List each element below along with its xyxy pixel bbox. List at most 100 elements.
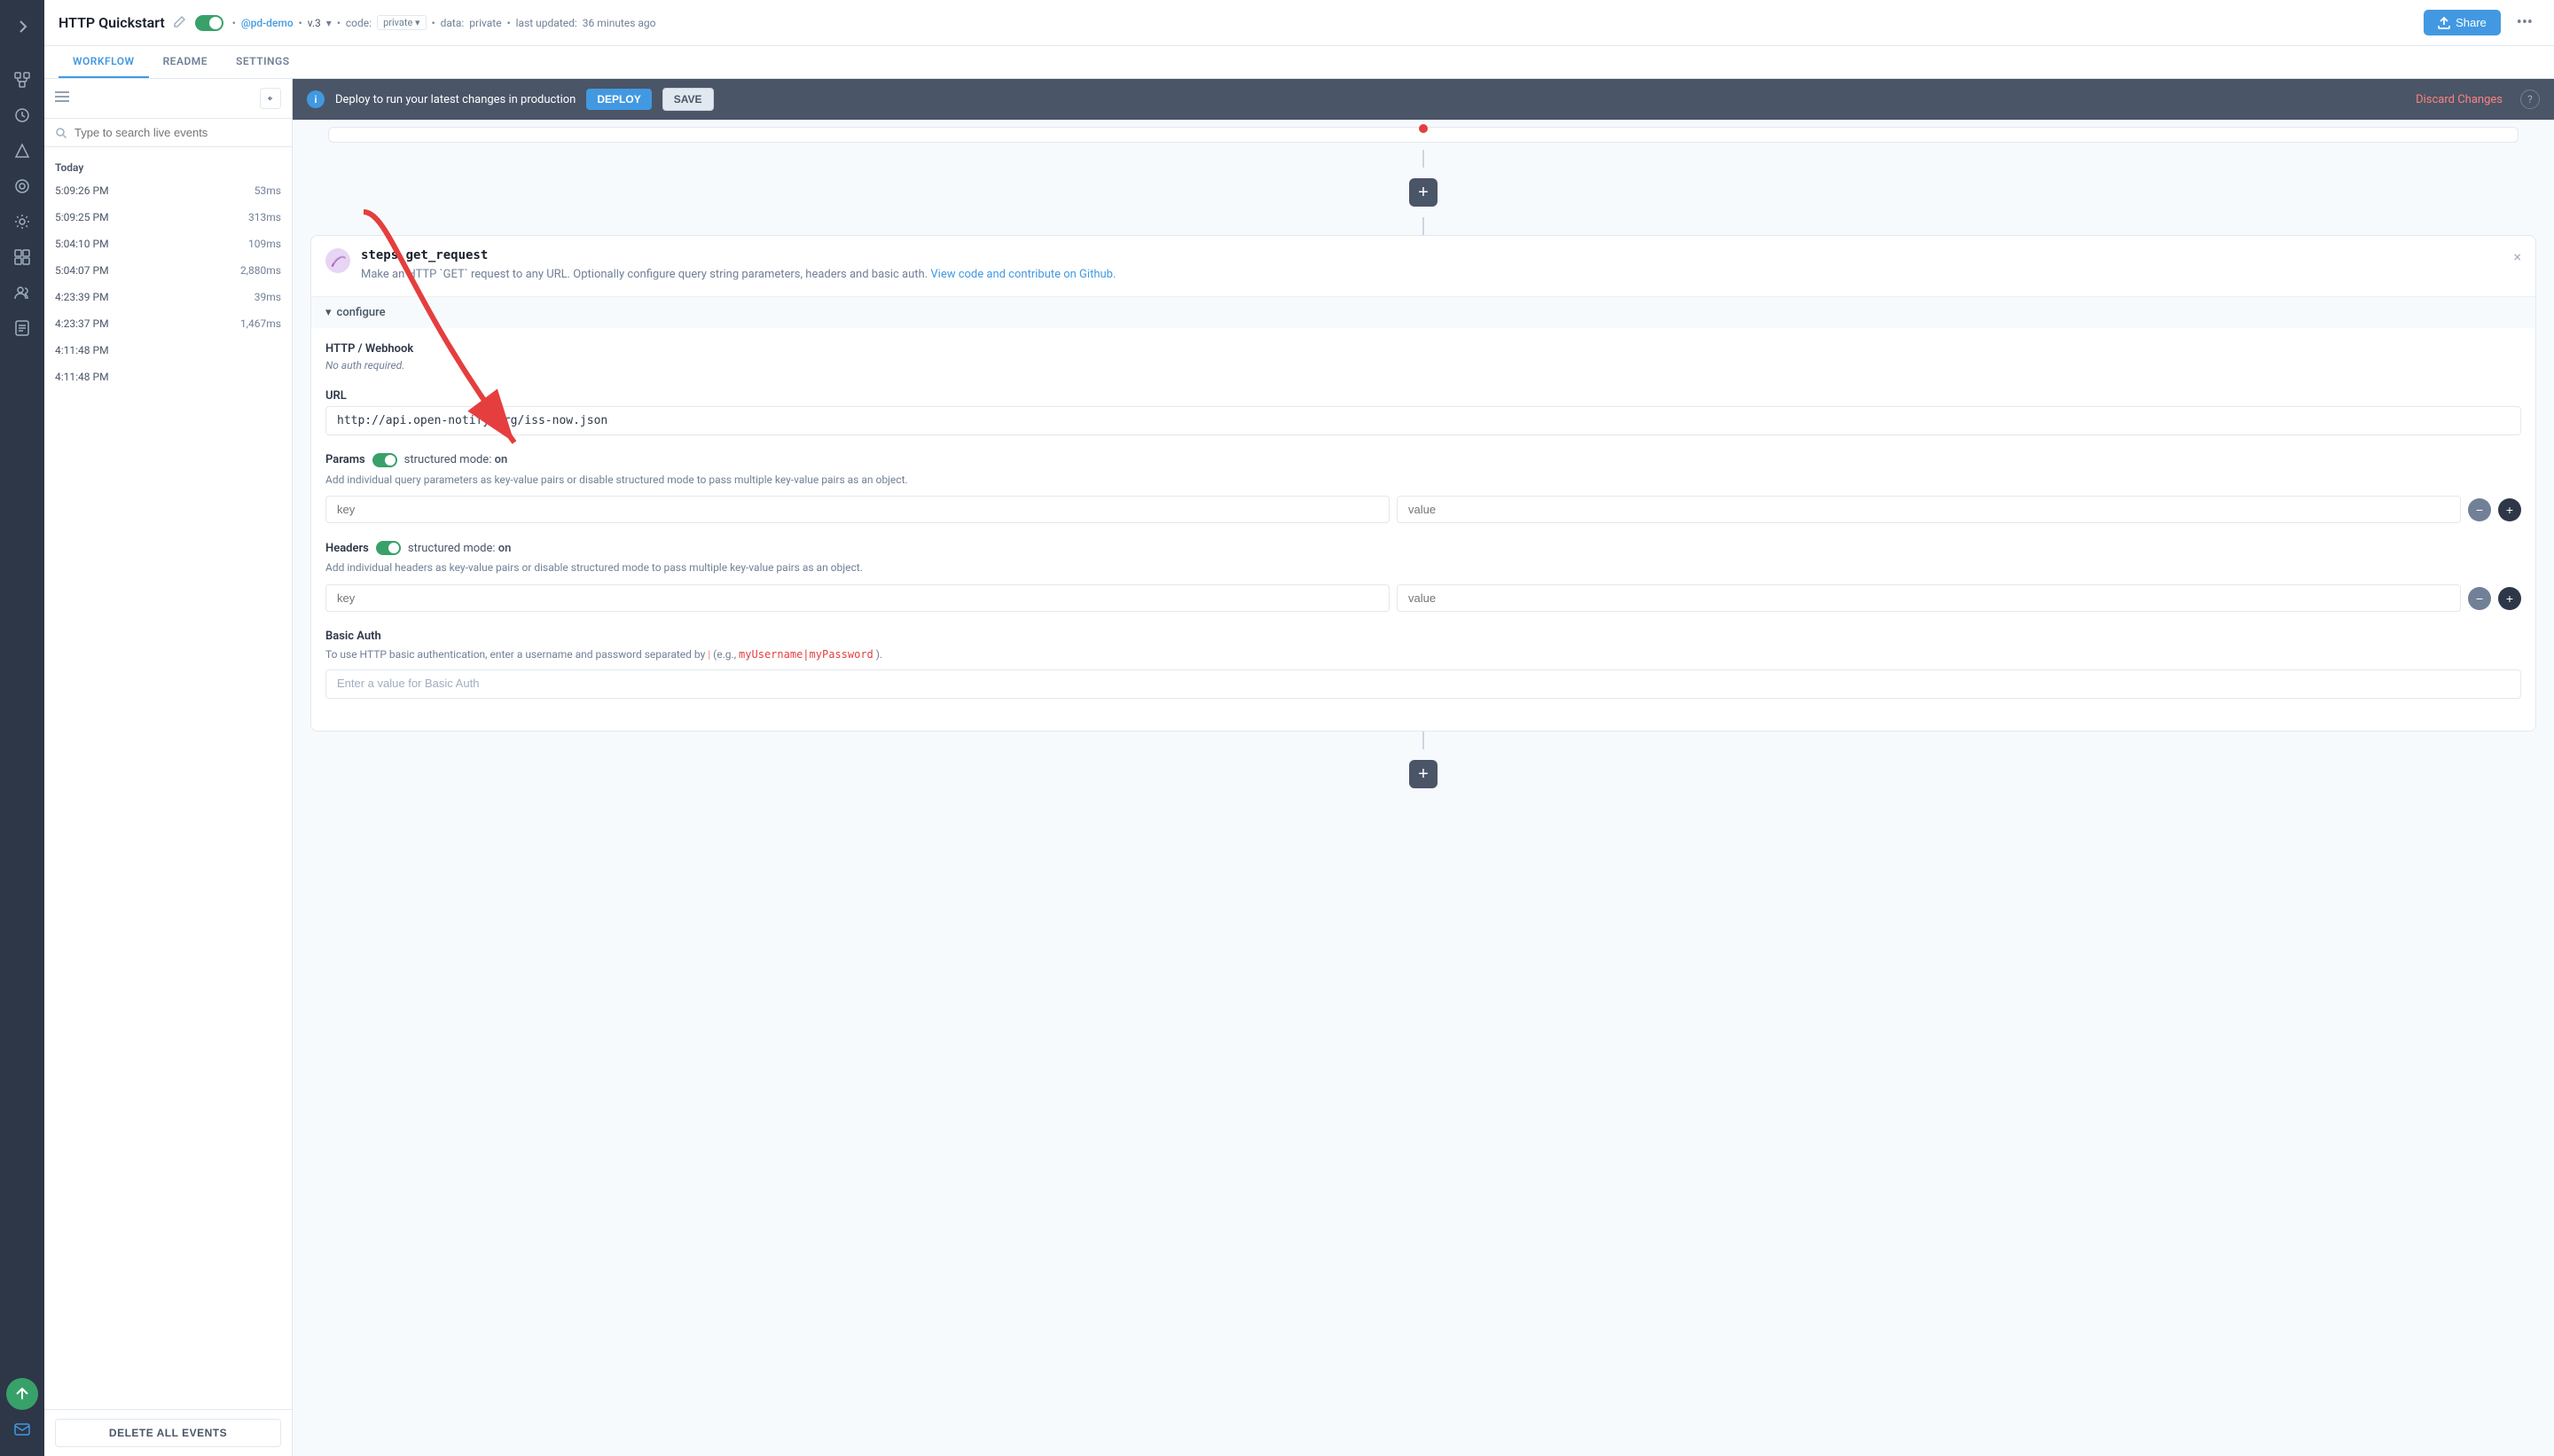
headers-mode-row: Headers structured mode: on xyxy=(325,541,2521,555)
events-panel-footer: DELETE ALL EVENTS xyxy=(44,1409,292,1456)
list-item[interactable]: 5:04:10 PM 109ms xyxy=(44,231,292,257)
headers-remove-button[interactable]: − xyxy=(2468,587,2491,610)
connector-line-2 xyxy=(1422,217,1424,235)
url-input[interactable] xyxy=(325,406,2521,435)
headers-mode-text: structured mode: on xyxy=(408,542,512,555)
sidebar-expand-btn[interactable] xyxy=(6,11,38,43)
user-label: @pd-demo xyxy=(241,17,294,29)
headers-label: Headers xyxy=(325,542,369,555)
url-group: URL xyxy=(325,389,2521,435)
headers-toggle[interactable] xyxy=(376,541,401,555)
collapse-panel-button[interactable] xyxy=(260,88,281,109)
http-webhook-sublabel: No auth required. xyxy=(325,359,2521,372)
add-step-bottom-button[interactable]: + xyxy=(1409,760,1438,788)
connector-line-3 xyxy=(1422,732,1424,749)
step-description: Make an HTTP `GET` request to any URL. O… xyxy=(361,266,2503,284)
basic-auth-description: To use HTTP basic authentication, enter … xyxy=(325,646,2521,662)
deploy-banner: i Deploy to run your latest changes in p… xyxy=(293,79,2554,120)
menu-icon xyxy=(55,91,69,106)
last-updated-label: 36 minutes ago xyxy=(583,17,656,29)
workflow-toggle[interactable] xyxy=(195,15,223,31)
connector-line xyxy=(1422,150,1424,168)
params-toggle[interactable] xyxy=(372,453,397,467)
edit-title-icon[interactable] xyxy=(174,15,186,31)
version-label: v.3 xyxy=(308,17,321,29)
step-card: steps.get_request Make an HTTP `GET` req… xyxy=(310,235,2536,732)
params-group: Params structured mode: on Add individua… xyxy=(325,453,2521,524)
params-value-input[interactable] xyxy=(1397,496,2461,523)
sidebar-item-deploy[interactable] xyxy=(6,99,38,131)
share-button[interactable]: Share xyxy=(2424,10,2501,35)
http-webhook-group: HTTP / Webhook No auth required. xyxy=(325,342,2521,372)
github-link[interactable]: View code and contribute on Github. xyxy=(930,268,1116,281)
list-item[interactable]: 4:23:39 PM 39ms xyxy=(44,284,292,310)
headers-description: Add individual headers as key-value pair… xyxy=(325,560,2521,575)
search-container xyxy=(44,119,292,147)
list-item[interactable]: 5:09:26 PM 53ms xyxy=(44,177,292,204)
list-item[interactable]: 4:23:37 PM 1,467ms xyxy=(44,310,292,337)
delete-all-events-button[interactable]: DELETE ALL EVENTS xyxy=(55,1419,281,1447)
headers-group: Headers structured mode: on Add individu… xyxy=(325,541,2521,612)
headers-value-input[interactable] xyxy=(1397,584,2461,612)
tab-readme[interactable]: README xyxy=(149,46,222,78)
http-webhook-label: HTTP / Webhook xyxy=(325,342,2521,356)
close-step-icon[interactable]: × xyxy=(2513,248,2521,265)
events-section-label: Today xyxy=(44,154,292,177)
more-options-button[interactable]: ••• xyxy=(2510,10,2540,35)
tab-workflow[interactable]: WORKFLOW xyxy=(59,46,149,78)
code-visibility-badge[interactable]: private ▾ xyxy=(377,15,427,30)
basic-auth-example: myUsername|myPassword xyxy=(739,648,874,661)
deploy-button[interactable]: DEPLOY xyxy=(586,89,651,110)
url-label: URL xyxy=(325,389,2521,403)
events-list: Today 5:09:26 PM 53ms 5:09:25 PM 313ms 5… xyxy=(44,147,292,1409)
trigger-bar[interactable] xyxy=(328,127,2519,143)
headers-key-input[interactable] xyxy=(325,584,1390,612)
trigger-container xyxy=(293,120,2554,150)
help-icon[interactable]: ? xyxy=(2520,90,2540,109)
step-info: steps.get_request Make an HTTP `GET` req… xyxy=(361,248,2503,284)
discard-changes-button[interactable]: Discard Changes xyxy=(2416,93,2503,106)
list-item[interactable]: 5:09:25 PM 313ms xyxy=(44,204,292,231)
headers-add-button[interactable]: + xyxy=(2498,587,2521,610)
list-item[interactable]: 4:11:48 PM xyxy=(44,337,292,364)
trigger-dot xyxy=(1419,124,1428,133)
basic-auth-group: Basic Auth To use HTTP basic authenticat… xyxy=(325,630,2521,699)
configure-section: ▾ configure xyxy=(311,297,2535,328)
header-meta: • @pd-demo • v.3 ▾ • code: private ▾ • d… xyxy=(232,15,656,30)
tab-settings[interactable]: SETTINGS xyxy=(222,46,304,78)
events-panel: Today 5:09:26 PM 53ms 5:09:25 PM 313ms 5… xyxy=(44,79,293,1456)
basic-auth-input[interactable] xyxy=(325,669,2521,699)
page-title: HTTP Quickstart xyxy=(59,14,165,31)
params-description: Add individual query parameters as key-v… xyxy=(325,473,2521,488)
sidebar-item-docs[interactable] xyxy=(6,312,38,344)
search-input[interactable] xyxy=(74,126,281,139)
connector-area: + xyxy=(293,150,2554,235)
basic-auth-label: Basic Auth xyxy=(325,630,2521,643)
sidebar-item-settings[interactable] xyxy=(6,206,38,238)
headers-kv-row: − + xyxy=(325,584,2521,612)
save-button[interactable]: SAVE xyxy=(662,88,714,111)
configure-body: HTTP / Webhook No auth required. URL Par… xyxy=(311,328,2535,732)
step-header: steps.get_request Make an HTTP `GET` req… xyxy=(311,236,2535,297)
add-step-button[interactable]: + xyxy=(1409,178,1438,207)
deploy-message: Deploy to run your latest changes in pro… xyxy=(335,93,576,106)
list-item[interactable]: 4:11:48 PM xyxy=(44,364,292,390)
sidebar-item-workflow[interactable] xyxy=(6,64,38,96)
workflow-area: i Deploy to run your latest changes in p… xyxy=(293,79,2554,1456)
params-key-input[interactable] xyxy=(325,496,1390,523)
bottom-connector: + xyxy=(293,732,2554,826)
configure-header[interactable]: ▾ configure xyxy=(311,297,2535,328)
list-item[interactable]: 5:04:07 PM 2,880ms xyxy=(44,257,292,284)
sidebar-item-email[interactable] xyxy=(6,1413,38,1445)
sidebar-item-data[interactable] xyxy=(6,170,38,202)
sidebar xyxy=(0,0,44,1456)
params-remove-button[interactable]: − xyxy=(2468,498,2491,521)
sidebar-item-apps[interactable] xyxy=(6,241,38,273)
step-icon xyxy=(325,248,350,273)
sidebar-item-upgrade[interactable] xyxy=(6,1378,38,1410)
sidebar-item-trigger[interactable] xyxy=(6,135,38,167)
params-add-button[interactable]: + xyxy=(2498,498,2521,521)
sidebar-item-users[interactable] xyxy=(6,277,38,309)
params-mode-text: structured mode: on xyxy=(404,453,508,466)
app-header: HTTP Quickstart • @pd-demo • v.3 ▾ • cod… xyxy=(44,0,2554,46)
